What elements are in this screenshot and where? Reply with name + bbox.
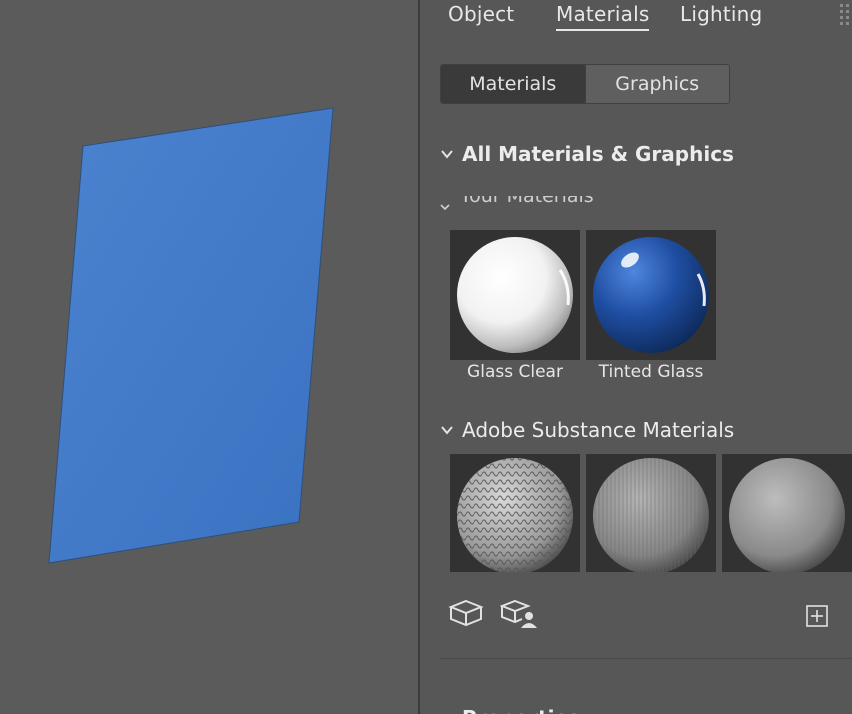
blue-plane-shape[interactable]	[48, 107, 334, 564]
segment-graphics[interactable]: Graphics	[586, 65, 730, 103]
chevron-down-icon[interactable]	[440, 204, 450, 210]
materials-graphics-toggle: Materials Graphics	[440, 64, 730, 104]
material-name: Tinted Glass	[598, 362, 704, 382]
wood-sphere-icon	[593, 458, 709, 572]
concrete-sphere-icon	[729, 458, 845, 572]
section-properties[interactable]: Properties	[440, 703, 580, 714]
chevron-down-icon	[441, 150, 453, 159]
segment-materials[interactable]: Materials	[441, 65, 586, 103]
section-all-materials[interactable]: All Materials & Graphics	[440, 142, 734, 166]
panel-tabs: Object Materials Lighting	[420, 0, 852, 40]
substance-tile-2[interactable]	[586, 454, 716, 572]
tinted-glass-sphere-icon	[593, 237, 709, 353]
textured-sphere-icon	[457, 458, 573, 572]
glass-clear-sphere-icon	[457, 237, 573, 353]
section-divider	[440, 658, 852, 659]
substance-tile-3[interactable]	[722, 454, 852, 572]
substance-tile-1[interactable]	[450, 454, 580, 572]
add-icon[interactable]	[806, 605, 828, 627]
section-your-materials[interactable]: Your Materials	[460, 196, 594, 216]
grip-icon[interactable]	[840, 4, 852, 30]
section-all-label: All Materials & Graphics	[462, 142, 734, 166]
material-tile-glass-clear[interactable]	[450, 230, 580, 360]
section-yours-label: Your Materials	[460, 196, 594, 207]
material-name: Glass Clear	[467, 362, 563, 382]
section-properties-label: Properties	[462, 706, 580, 714]
tab-materials[interactable]: Materials	[556, 2, 650, 31]
section-substance-label: Adobe Substance Materials	[462, 418, 735, 442]
tab-lighting[interactable]: Lighting	[680, 2, 762, 26]
canvas-art	[48, 107, 334, 564]
material-tile-tinted-glass[interactable]	[586, 230, 716, 360]
chevron-down-icon	[441, 426, 453, 435]
tab-object[interactable]: Object	[448, 2, 514, 26]
artboard-canvas[interactable]	[0, 0, 418, 714]
materials-panel: Object Materials Lighting Materials Grap…	[420, 0, 852, 714]
shared-materials-icon[interactable]	[500, 598, 540, 630]
materials-icon[interactable]	[448, 598, 484, 628]
section-substance-materials[interactable]: Adobe Substance Materials	[440, 418, 734, 442]
